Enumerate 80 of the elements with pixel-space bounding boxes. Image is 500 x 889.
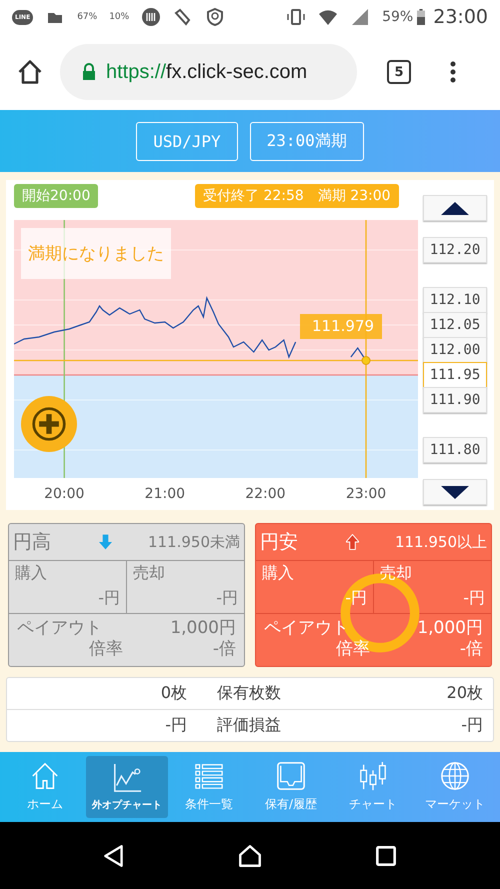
scroll-down-button[interactable] (423, 479, 487, 505)
triangle-up-icon (441, 202, 469, 214)
table-cell: 保有枚数 (217, 683, 281, 704)
sell-value: -円 (463, 588, 485, 609)
sell-label: 売却 (133, 563, 166, 584)
nav-item[interactable]: 条件一覧 (168, 756, 250, 818)
end-time-label: 受付終了 22:58 満期 23:00 (195, 184, 399, 208)
price-tag: 111.979 (300, 314, 382, 339)
candlestick-icon (358, 761, 388, 791)
payout-label: ペイアウト (264, 617, 349, 639)
vibrate-icon (286, 7, 306, 27)
table-cell-text: -円 (164, 715, 187, 736)
ratio-label: 倍率 (336, 638, 370, 660)
axis-label: 20:00 (44, 486, 84, 502)
condition-text: 111.950未満 (148, 532, 240, 552)
panel-title: 円安 (260, 530, 298, 555)
price-level-button[interactable]: 112.00 (423, 337, 487, 363)
payout-value: 1,000円 (417, 617, 483, 639)
nav-item[interactable]: 保有/履歴 (250, 756, 332, 818)
lock-icon (82, 63, 96, 81)
nav-item[interactable]: 外オプチャート (86, 756, 168, 818)
table-cell: -円 (461, 715, 483, 736)
arrow-down-icon (99, 534, 112, 550)
nav-item[interactable]: マーケット (414, 756, 496, 818)
table-cell-text: 0枚 (160, 683, 187, 704)
table-cell: 評価損益 (217, 715, 281, 736)
sell-value: -円 (216, 588, 238, 609)
battery-icon (417, 8, 426, 26)
arrow-up-icon (346, 534, 359, 550)
list-icon (194, 761, 224, 791)
triangle-down-icon (441, 486, 469, 498)
buy-label: 購入 (15, 563, 48, 584)
option-panel[interactable]: 円高 111.950未満 購入 -円 売却 -円 ペイアウト 1,000円 倍率 -倍 (8, 523, 245, 667)
table-cell: 20枚 (446, 683, 483, 704)
option-panel[interactable]: 円安 111.950以上 購入 -円 売却 -円 ペイアウト 1,000円 倍率 -倍 (255, 523, 492, 667)
line-chart-icon (112, 762, 142, 792)
header-button[interactable]: USD/JPY (136, 122, 238, 160)
axis-label: 21:00 (144, 486, 186, 502)
price-level-button[interactable]: 112.05 (423, 312, 487, 338)
buy-value: -円 (98, 588, 120, 609)
price-level-button[interactable]: 112.20 (423, 237, 487, 263)
notification-text: 10% (109, 12, 130, 22)
tray-icon (276, 761, 306, 791)
plus-icon (31, 406, 67, 442)
ratio-value: -倍 (212, 638, 236, 660)
start-time-label: 開始20:00 (14, 184, 98, 208)
ratio-label: 倍率 (89, 638, 123, 660)
axis-label: 23:00 (346, 486, 386, 502)
globe-icon (440, 761, 470, 791)
scroll-up-button[interactable] (423, 195, 487, 221)
notification-text: 67% (77, 12, 98, 22)
shield-icon (205, 7, 226, 27)
battery-percent: 59% (382, 9, 414, 25)
sell-label: 売却 (380, 563, 413, 584)
buy-label: 購入 (262, 563, 295, 584)
payout-value: 1,000円 (170, 617, 236, 639)
url-field[interactable]: https://fx.click-sec.com (60, 44, 357, 100)
barcode-icon (141, 7, 162, 27)
price-level-button[interactable]: 111.95 (423, 362, 487, 388)
home-icon[interactable] (237, 842, 263, 868)
header-button[interactable]: 23:00満期 (250, 122, 364, 160)
tab-count-button[interactable]: 5 (387, 60, 411, 84)
axis-label: 22:00 (245, 486, 286, 502)
price-level-button[interactable]: 111.80 (423, 437, 487, 463)
home-icon[interactable] (16, 58, 44, 86)
buy-value: -円 (345, 588, 367, 609)
menu-icon[interactable] (449, 60, 457, 84)
expired-message: 満期になりました (21, 228, 171, 279)
home-icon (30, 761, 60, 791)
nav-item[interactable]: ホーム (4, 756, 86, 818)
panel-title: 円高 (13, 530, 51, 555)
clock-time: 23:00 (433, 6, 488, 28)
payout-label: ペイアウト (17, 617, 102, 639)
ratio-value: -倍 (460, 638, 483, 660)
price-level-button[interactable]: 112.10 (423, 287, 487, 313)
current-price-dot (362, 356, 370, 365)
price-level-button[interactable]: 111.90 (423, 387, 487, 413)
signal-icon (350, 7, 370, 27)
condition-text: 111.950以上 (394, 532, 487, 552)
nav-item[interactable]: チャート (332, 756, 414, 818)
